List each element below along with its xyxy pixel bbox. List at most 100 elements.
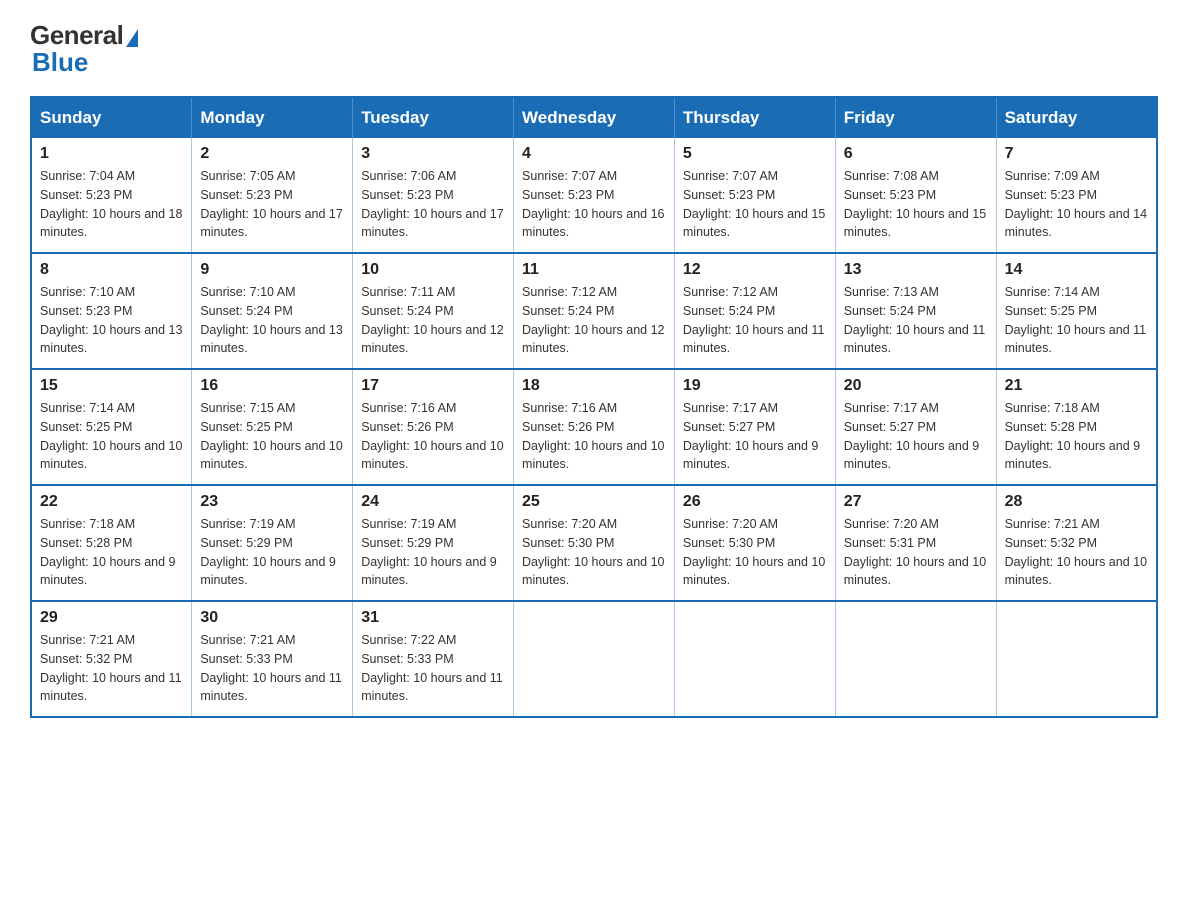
header-saturday: Saturday [996, 97, 1157, 138]
calendar-cell: 8 Sunrise: 7:10 AM Sunset: 5:23 PM Dayli… [31, 253, 192, 369]
day-info: Sunrise: 7:10 AM Sunset: 5:23 PM Dayligh… [40, 283, 183, 358]
calendar-cell: 11 Sunrise: 7:12 AM Sunset: 5:24 PM Dayl… [514, 253, 675, 369]
day-info: Sunrise: 7:14 AM Sunset: 5:25 PM Dayligh… [1005, 283, 1148, 358]
calendar-cell: 2 Sunrise: 7:05 AM Sunset: 5:23 PM Dayli… [192, 138, 353, 253]
calendar-cell: 21 Sunrise: 7:18 AM Sunset: 5:28 PM Dayl… [996, 369, 1157, 485]
logo-triangle-icon [126, 29, 138, 47]
calendar-week-5: 29 Sunrise: 7:21 AM Sunset: 5:32 PM Dayl… [31, 601, 1157, 717]
day-info: Sunrise: 7:07 AM Sunset: 5:23 PM Dayligh… [522, 167, 666, 242]
day-info: Sunrise: 7:22 AM Sunset: 5:33 PM Dayligh… [361, 631, 505, 706]
calendar-cell: 31 Sunrise: 7:22 AM Sunset: 5:33 PM Dayl… [353, 601, 514, 717]
day-info: Sunrise: 7:17 AM Sunset: 5:27 PM Dayligh… [683, 399, 827, 474]
day-info: Sunrise: 7:17 AM Sunset: 5:27 PM Dayligh… [844, 399, 988, 474]
day-info: Sunrise: 7:14 AM Sunset: 5:25 PM Dayligh… [40, 399, 183, 474]
day-number: 3 [361, 145, 505, 163]
day-number: 10 [361, 261, 505, 279]
calendar-cell: 7 Sunrise: 7:09 AM Sunset: 5:23 PM Dayli… [996, 138, 1157, 253]
day-info: Sunrise: 7:16 AM Sunset: 5:26 PM Dayligh… [522, 399, 666, 474]
calendar-cell: 12 Sunrise: 7:12 AM Sunset: 5:24 PM Dayl… [674, 253, 835, 369]
header-tuesday: Tuesday [353, 97, 514, 138]
calendar-cell: 19 Sunrise: 7:17 AM Sunset: 5:27 PM Dayl… [674, 369, 835, 485]
day-number: 4 [522, 145, 666, 163]
page-header: General Blue [30, 20, 1158, 78]
calendar-header-row: SundayMondayTuesdayWednesdayThursdayFrid… [31, 97, 1157, 138]
calendar-cell: 30 Sunrise: 7:21 AM Sunset: 5:33 PM Dayl… [192, 601, 353, 717]
day-info: Sunrise: 7:09 AM Sunset: 5:23 PM Dayligh… [1005, 167, 1148, 242]
day-number: 9 [200, 261, 344, 279]
calendar-cell: 29 Sunrise: 7:21 AM Sunset: 5:32 PM Dayl… [31, 601, 192, 717]
day-info: Sunrise: 7:21 AM Sunset: 5:33 PM Dayligh… [200, 631, 344, 706]
day-info: Sunrise: 7:20 AM Sunset: 5:30 PM Dayligh… [522, 515, 666, 590]
day-info: Sunrise: 7:20 AM Sunset: 5:30 PM Dayligh… [683, 515, 827, 590]
calendar-cell: 24 Sunrise: 7:19 AM Sunset: 5:29 PM Dayl… [353, 485, 514, 601]
day-info: Sunrise: 7:13 AM Sunset: 5:24 PM Dayligh… [844, 283, 988, 358]
day-number: 28 [1005, 493, 1148, 511]
calendar-week-1: 1 Sunrise: 7:04 AM Sunset: 5:23 PM Dayli… [31, 138, 1157, 253]
logo: General Blue [30, 20, 138, 78]
day-number: 2 [200, 145, 344, 163]
calendar-cell: 16 Sunrise: 7:15 AM Sunset: 5:25 PM Dayl… [192, 369, 353, 485]
calendar-week-2: 8 Sunrise: 7:10 AM Sunset: 5:23 PM Dayli… [31, 253, 1157, 369]
day-info: Sunrise: 7:04 AM Sunset: 5:23 PM Dayligh… [40, 167, 183, 242]
calendar-week-3: 15 Sunrise: 7:14 AM Sunset: 5:25 PM Dayl… [31, 369, 1157, 485]
header-thursday: Thursday [674, 97, 835, 138]
day-info: Sunrise: 7:11 AM Sunset: 5:24 PM Dayligh… [361, 283, 505, 358]
logo-blue-text: Blue [32, 47, 88, 78]
day-number: 17 [361, 377, 505, 395]
day-info: Sunrise: 7:10 AM Sunset: 5:24 PM Dayligh… [200, 283, 344, 358]
day-number: 13 [844, 261, 988, 279]
calendar-cell [835, 601, 996, 717]
day-number: 5 [683, 145, 827, 163]
calendar-cell: 23 Sunrise: 7:19 AM Sunset: 5:29 PM Dayl… [192, 485, 353, 601]
calendar-cell: 4 Sunrise: 7:07 AM Sunset: 5:23 PM Dayli… [514, 138, 675, 253]
day-number: 24 [361, 493, 505, 511]
calendar-cell: 25 Sunrise: 7:20 AM Sunset: 5:30 PM Dayl… [514, 485, 675, 601]
calendar-cell: 6 Sunrise: 7:08 AM Sunset: 5:23 PM Dayli… [835, 138, 996, 253]
day-info: Sunrise: 7:19 AM Sunset: 5:29 PM Dayligh… [361, 515, 505, 590]
day-number: 23 [200, 493, 344, 511]
calendar-cell: 1 Sunrise: 7:04 AM Sunset: 5:23 PM Dayli… [31, 138, 192, 253]
day-number: 25 [522, 493, 666, 511]
day-number: 16 [200, 377, 344, 395]
day-number: 18 [522, 377, 666, 395]
day-number: 7 [1005, 145, 1148, 163]
day-number: 8 [40, 261, 183, 279]
calendar-cell: 27 Sunrise: 7:20 AM Sunset: 5:31 PM Dayl… [835, 485, 996, 601]
calendar-cell: 17 Sunrise: 7:16 AM Sunset: 5:26 PM Dayl… [353, 369, 514, 485]
calendar-cell [674, 601, 835, 717]
calendar-cell [514, 601, 675, 717]
calendar-table: SundayMondayTuesdayWednesdayThursdayFrid… [30, 96, 1158, 718]
calendar-cell: 18 Sunrise: 7:16 AM Sunset: 5:26 PM Dayl… [514, 369, 675, 485]
day-number: 6 [844, 145, 988, 163]
day-info: Sunrise: 7:07 AM Sunset: 5:23 PM Dayligh… [683, 167, 827, 242]
day-info: Sunrise: 7:15 AM Sunset: 5:25 PM Dayligh… [200, 399, 344, 474]
day-number: 11 [522, 261, 666, 279]
day-number: 12 [683, 261, 827, 279]
header-wednesday: Wednesday [514, 97, 675, 138]
calendar-cell: 5 Sunrise: 7:07 AM Sunset: 5:23 PM Dayli… [674, 138, 835, 253]
day-number: 1 [40, 145, 183, 163]
calendar-cell: 26 Sunrise: 7:20 AM Sunset: 5:30 PM Dayl… [674, 485, 835, 601]
day-number: 30 [200, 609, 344, 627]
header-monday: Monday [192, 97, 353, 138]
calendar-cell: 20 Sunrise: 7:17 AM Sunset: 5:27 PM Dayl… [835, 369, 996, 485]
day-info: Sunrise: 7:21 AM Sunset: 5:32 PM Dayligh… [1005, 515, 1148, 590]
day-info: Sunrise: 7:16 AM Sunset: 5:26 PM Dayligh… [361, 399, 505, 474]
day-number: 20 [844, 377, 988, 395]
day-number: 26 [683, 493, 827, 511]
day-info: Sunrise: 7:19 AM Sunset: 5:29 PM Dayligh… [200, 515, 344, 590]
calendar-cell: 10 Sunrise: 7:11 AM Sunset: 5:24 PM Dayl… [353, 253, 514, 369]
calendar-cell [996, 601, 1157, 717]
header-friday: Friday [835, 97, 996, 138]
day-number: 19 [683, 377, 827, 395]
calendar-cell: 22 Sunrise: 7:18 AM Sunset: 5:28 PM Dayl… [31, 485, 192, 601]
day-number: 21 [1005, 377, 1148, 395]
day-info: Sunrise: 7:08 AM Sunset: 5:23 PM Dayligh… [844, 167, 988, 242]
day-info: Sunrise: 7:12 AM Sunset: 5:24 PM Dayligh… [522, 283, 666, 358]
calendar-week-4: 22 Sunrise: 7:18 AM Sunset: 5:28 PM Dayl… [31, 485, 1157, 601]
day-info: Sunrise: 7:18 AM Sunset: 5:28 PM Dayligh… [40, 515, 183, 590]
day-number: 27 [844, 493, 988, 511]
calendar-cell: 13 Sunrise: 7:13 AM Sunset: 5:24 PM Dayl… [835, 253, 996, 369]
day-number: 14 [1005, 261, 1148, 279]
day-number: 29 [40, 609, 183, 627]
